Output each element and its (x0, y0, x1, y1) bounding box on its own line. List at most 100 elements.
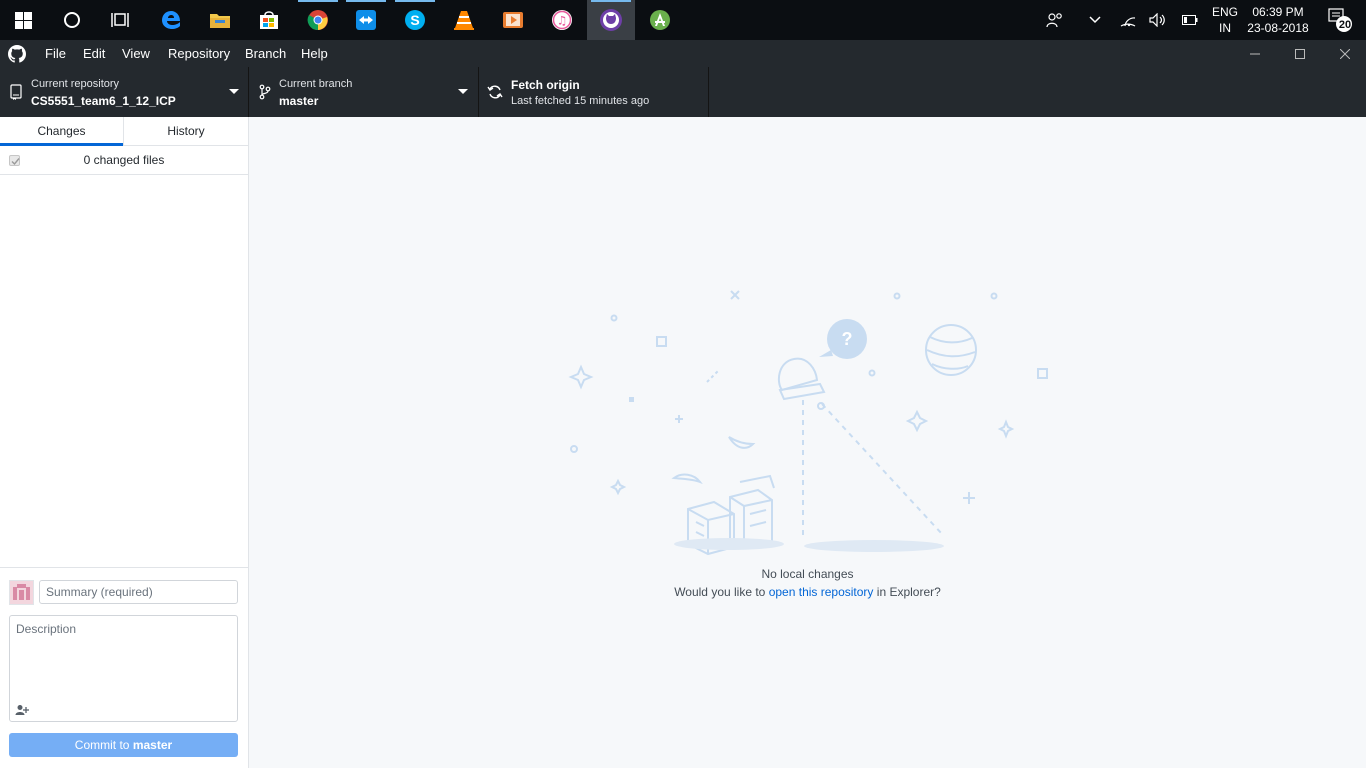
android-studio-taskbar-button[interactable] (636, 0, 684, 40)
fetch-origin-button[interactable]: Fetch origin Last fetched 15 minutes ago (479, 67, 709, 117)
commit-button-prefix: Commit to (74, 738, 130, 752)
minimize-button[interactable] (1232, 40, 1278, 67)
chevron-down-icon (1089, 16, 1101, 24)
android-studio-icon (650, 10, 670, 30)
clock-date: 23-08-2018 (1247, 21, 1309, 35)
add-coauthor-icon[interactable] (15, 704, 29, 716)
teamviewer-taskbar-button[interactable] (342, 0, 390, 40)
close-button[interactable] (1322, 40, 1366, 67)
menu-branch[interactable]: Branch (245, 40, 286, 67)
checkmark-icon (11, 158, 20, 166)
commit-summary-input[interactable] (39, 580, 238, 604)
skype-icon: S (405, 10, 425, 30)
no-local-changes-title: No local changes (761, 567, 854, 581)
maximize-button[interactable] (1277, 40, 1323, 67)
clock-time: 06:39 PM (1252, 5, 1304, 19)
edge-taskbar-button[interactable] (147, 0, 195, 40)
cortana-search-button[interactable] (48, 0, 96, 40)
changed-files-count: 0 changed files (83, 153, 165, 167)
github-logo-icon (8, 45, 26, 63)
branch-icon (259, 84, 271, 100)
commit-message-panel: Commit to master (0, 567, 248, 768)
sidebar-tabs: Changes History (0, 117, 248, 146)
open-repository-link[interactable]: open this repository (769, 585, 874, 599)
cortana-icon (64, 12, 80, 28)
menu-edit[interactable]: Edit (83, 40, 105, 67)
language-indicator[interactable]: ENG IN (1206, 4, 1244, 36)
sync-icon (487, 85, 503, 99)
commit-description-box (9, 615, 238, 722)
changes-list-header: 0 changed files (0, 146, 248, 175)
skype-taskbar-button[interactable]: S (391, 0, 439, 40)
github-desktop-taskbar-button[interactable] (587, 0, 635, 40)
menu-file[interactable]: File (45, 40, 66, 67)
prompt-text-before: Would you like to (674, 585, 766, 599)
branch-name: master (279, 94, 319, 108)
repository-label: Current repository (31, 78, 120, 90)
github-desktop-icon (600, 9, 622, 31)
tab-history[interactable]: History (124, 117, 248, 146)
wifi-icon (1120, 17, 1136, 27)
volume-tray-button[interactable] (1146, 0, 1170, 40)
vlc-taskbar-button[interactable] (440, 0, 488, 40)
windows-taskbar: S ♫ ENG IN 06:39 PM 23-08-2018 20 (0, 0, 1366, 40)
taskbar-clock[interactable]: 06:39 PM 23-08-2018 (1244, 4, 1312, 36)
task-view-button[interactable] (96, 0, 144, 40)
task-view-icon (111, 13, 129, 27)
repository-dropdown-icon (229, 89, 239, 94)
itunes-taskbar-button[interactable]: ♫ (538, 0, 586, 40)
people-tray-button[interactable] (1040, 0, 1070, 40)
avatar (9, 580, 34, 605)
maximize-icon (1295, 48, 1305, 59)
menu-view[interactable]: View (122, 40, 150, 67)
no-changes-illustration: ? (568, 290, 1048, 556)
volume-icon (1149, 13, 1165, 27)
close-icon (1340, 48, 1350, 59)
chrome-icon (307, 10, 328, 31)
vlc-icon (454, 11, 474, 30)
network-tray-button[interactable] (1116, 0, 1140, 40)
sidebar: Changes History 0 changed files Commit t… (0, 117, 249, 768)
show-hidden-icons-button[interactable] (1082, 0, 1108, 40)
menu-help[interactable]: Help (301, 40, 328, 67)
fetch-origin-title: Fetch origin (511, 78, 580, 92)
store-icon (260, 11, 278, 29)
menu-repository[interactable]: Repository (168, 40, 230, 67)
language-code: ENG (1211, 5, 1238, 19)
last-fetched-text: Last fetched 15 minutes ago (511, 95, 650, 107)
svg-text:?: ? (842, 329, 853, 349)
teamviewer-icon (356, 10, 376, 30)
commit-description-input[interactable] (10, 616, 237, 702)
video-player-taskbar-button[interactable] (489, 0, 537, 40)
notification-count-badge: 20 (1338, 19, 1352, 31)
select-all-checkbox[interactable] (9, 155, 20, 166)
commit-button-branch: master (132, 738, 173, 752)
file-explorer-taskbar-button[interactable] (196, 0, 244, 40)
video-player-icon (503, 12, 523, 28)
itunes-icon: ♫ (552, 10, 572, 30)
tab-changes[interactable]: Changes (0, 117, 123, 146)
open-repository-prompt: Would you like to open this repository i… (249, 585, 1366, 599)
windows-logo-icon (14, 11, 32, 29)
action-center-button[interactable]: 20 (1318, 0, 1358, 40)
app-menu-bar: File Edit View Repository Branch Help (0, 40, 1366, 67)
commit-button[interactable]: Commit to master (9, 733, 238, 757)
current-branch-button[interactable]: Current branch master (249, 67, 479, 117)
svg-text:♫: ♫ (557, 14, 568, 28)
people-icon (1046, 13, 1062, 28)
minimize-icon (1250, 53, 1260, 54)
windows-start-button[interactable] (0, 0, 46, 40)
battery-icon (1182, 15, 1198, 25)
user-avatar-icon (13, 584, 30, 600)
folder-icon (210, 14, 230, 28)
current-repository-button[interactable]: Current repository CS5551_team6_1_12_ICP (0, 67, 249, 117)
app-toolbar: Current repository CS5551_team6_1_12_ICP… (0, 67, 1366, 117)
language-region: IN (1219, 21, 1231, 35)
store-taskbar-button[interactable] (245, 0, 293, 40)
repository-name: CS5551_team6_1_12_ICP (31, 94, 176, 108)
chrome-taskbar-button[interactable] (294, 0, 342, 40)
branch-label: Current branch (279, 78, 353, 90)
main-content: ? No local changes Would you like to ope… (249, 117, 1366, 768)
battery-tray-button[interactable] (1178, 0, 1202, 40)
svg-text:S: S (410, 12, 419, 28)
